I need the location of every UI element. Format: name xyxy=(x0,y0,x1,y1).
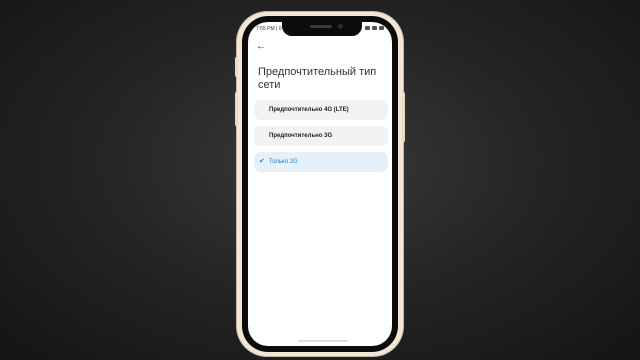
home-indicator xyxy=(298,340,348,342)
signal-icon xyxy=(365,26,370,30)
phone-bezel: 7:55 PM | 0 ← Предпочтительный тип сети … xyxy=(242,16,398,352)
option-2g-only[interactable]: ✔ Только 2G xyxy=(254,152,388,172)
option-3g[interactable]: Предпочтительно 3G xyxy=(254,126,388,146)
page-title: Предпочтительный тип сети xyxy=(258,66,377,91)
phone-side-button-left xyxy=(235,57,238,77)
checkmark-icon: ✔ xyxy=(259,158,265,165)
status-icons xyxy=(365,26,384,30)
wifi-icon xyxy=(372,26,377,30)
option-label: Только 2G xyxy=(269,159,298,165)
phone-side-button-right xyxy=(402,92,405,142)
status-time: 7:55 PM | 0 xyxy=(256,26,282,32)
screen: 7:55 PM | 0 ← Предпочтительный тип сети … xyxy=(248,22,392,346)
phone-frame: 7:55 PM | 0 ← Предпочтительный тип сети … xyxy=(235,12,405,356)
front-camera xyxy=(338,24,343,29)
notch xyxy=(282,22,362,36)
phone-side-button-left-2 xyxy=(235,92,238,126)
battery-icon xyxy=(379,26,384,30)
option-label: Предпочтительно 4G (LTE) xyxy=(269,107,349,113)
speaker-grille xyxy=(310,25,332,28)
back-arrow-icon[interactable]: ← xyxy=(256,42,268,52)
option-label: Предпочтительно 3G xyxy=(269,133,333,139)
page: { "status_bar": { "time": "7:55 PM | 0" … xyxy=(0,0,640,360)
option-4g-lte[interactable]: Предпочтительно 4G (LTE) xyxy=(254,100,388,120)
